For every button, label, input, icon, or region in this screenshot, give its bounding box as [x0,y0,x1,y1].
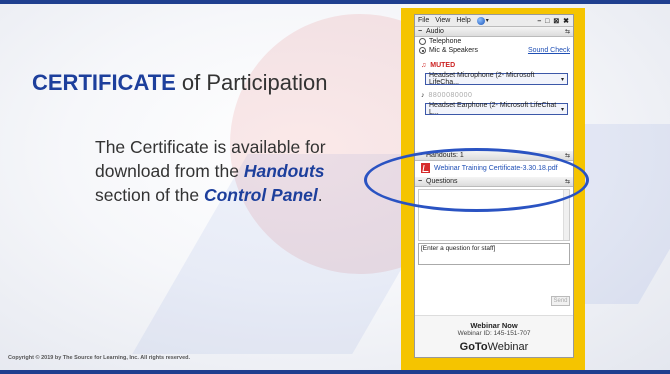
copyright-text: Copyright © 2019 by The Source for Learn… [8,355,191,361]
globe-menu-caret[interactable]: ▾ [486,17,489,24]
globe-icon[interactable] [476,16,485,25]
logo-webinar-text: Webinar [487,341,529,353]
title-strong-text: CERTIFICATE [32,70,176,95]
menu-help[interactable]: Help [456,17,470,24]
mic-status-row: ♫ MUTED [415,59,573,71]
sound-check-link[interactable]: Sound Check [528,47,570,54]
mic-speakers-label: Mic & Speakers [429,47,479,54]
handouts-highlight-ellipse [364,148,589,212]
handouts-pin-icon[interactable]: ⇆ [565,152,570,159]
body-text-after: . [317,185,323,205]
slide-body-text: The Certificate is available for downloa… [95,135,365,207]
title-rest-text: of Participation [175,70,328,95]
audio-pin-icon[interactable]: ⇆ [565,28,570,35]
panel-footer: Webinar Now Webinar ID: 145-151-707 GoTo… [415,315,573,357]
webinar-title: Webinar Now [470,321,518,330]
chevron-down-icon[interactable]: ▾ [561,76,564,83]
window-controls[interactable]: – □ ⊠ ✖ [537,17,570,25]
chevron-down-icon[interactable]: ▾ [561,106,564,113]
mic-speakers-radio[interactable] [419,47,426,54]
webinar-id: Webinar ID: 145-151-707 [457,330,531,337]
microphone-device-select[interactable]: Headset Microphone (2- Microsoft LifeCha… [425,72,568,86]
telephone-label: Telephone [429,38,462,45]
mic-speakers-option[interactable]: Mic & Speakers Sound Check [415,46,573,55]
menu-file[interactable]: File [418,17,429,24]
speaker-icon: ♪ [421,91,425,99]
collapse-audio-icon[interactable]: − [418,28,426,35]
menu-view[interactable]: View [435,17,450,24]
telephone-radio[interactable] [419,38,426,45]
gotowebinar-logo: GoToWebinar [415,341,573,353]
speaker-level-row: ♪ 8800080000 [415,89,573,101]
speaker-level-meter: 8800080000 [428,91,473,99]
body-text-middle: section of the [95,185,204,205]
control-panel-emphasis: Control Panel [203,185,318,205]
handouts-emphasis: Handouts [243,161,325,181]
audio-spacer [415,115,573,151]
microphone-icon[interactable]: ♫ [421,62,426,69]
speaker-device-value: Headset Earphone (2- Microsoft LifeChat … [429,102,557,116]
microphone-device-value: Headset Microphone (2- Microsoft LifeCha… [429,72,535,86]
question-input[interactable]: [Enter a question for staff] [418,243,570,265]
mic-muted-status: MUTED [430,61,456,69]
logo-goto-text: GoTo [459,341,488,353]
send-button[interactable]: Send [551,296,570,306]
audio-header-label: Audio [426,28,444,35]
audio-section-header[interactable]: − Audio ⇆ [415,27,573,37]
menu-bar: File View Help ▾ – □ ⊠ ✖ [415,15,573,27]
speaker-device-select[interactable]: Headset Earphone (2- Microsoft LifeChat … [425,102,568,116]
telephone-option[interactable]: Telephone [415,37,573,46]
slide-title: CERTIFICATE of Participation [32,70,327,96]
